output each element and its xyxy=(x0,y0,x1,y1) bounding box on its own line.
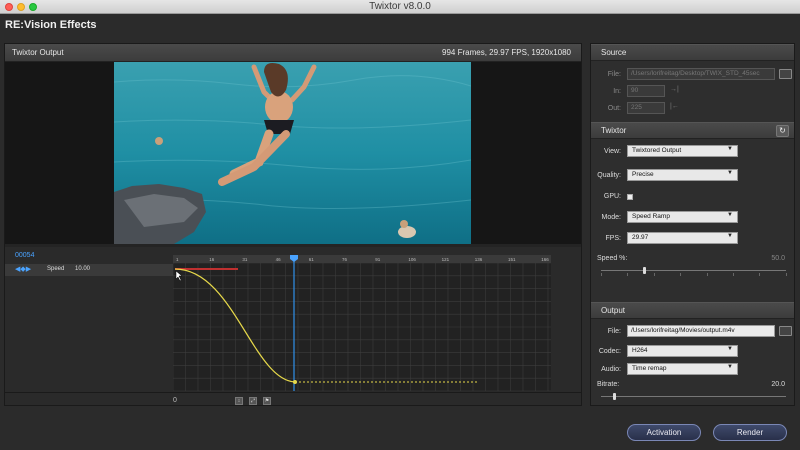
codec-label: Codec: xyxy=(598,348,621,355)
output-header: Output xyxy=(591,302,794,319)
set-in-icon[interactable]: →| xyxy=(670,86,679,93)
source-file-label: File: xyxy=(607,71,621,78)
bitrate-slider-track[interactable] xyxy=(601,396,786,397)
activation-button[interactable]: Activation xyxy=(627,424,701,441)
settings-panel: Source File: /Users/lorifreitag/Desktop/… xyxy=(590,43,795,406)
gpu-checkbox[interactable] xyxy=(627,194,633,200)
window-title: Twixtor v8.0.0 xyxy=(369,1,431,12)
mode-label: Mode: xyxy=(601,214,621,221)
chevron-down-icon: ▼ xyxy=(727,146,733,152)
timecode: 00054 xyxy=(15,252,35,259)
quality-select-value: Precise xyxy=(632,171,654,178)
twixtor-header: Twixtor ↻ xyxy=(591,122,794,139)
video-frame-image xyxy=(114,62,471,244)
ruler-tick-label: 151 xyxy=(508,257,516,262)
output-panel-header: Twixtor Output 994 Frames, 29.97 FPS, 19… xyxy=(5,44,581,62)
timeline-divider xyxy=(5,392,581,393)
keyframe-nav-icon[interactable]: ◀◆▶ xyxy=(15,265,31,273)
in-label: In: xyxy=(613,88,621,95)
view-select[interactable]: Twixtored Output ▼ xyxy=(627,145,738,157)
codec-select[interactable]: H264 ▼ xyxy=(627,345,738,357)
slider-tick xyxy=(759,273,761,276)
ruler-tick-label: 166 xyxy=(541,257,549,262)
ruler-tick-label: 61 xyxy=(309,257,315,262)
track-value[interactable]: 10.00 xyxy=(75,266,90,272)
ruler-tick-label: 31 xyxy=(242,257,248,262)
video-viewer xyxy=(5,62,581,244)
fps-select-value: 29.97 xyxy=(632,234,649,241)
out-label: Out: xyxy=(607,105,621,112)
source-file-field[interactable]: /Users/lorifreitag/Desktop/TWIX_STD_45se… xyxy=(627,68,775,80)
quality-label: Quality: xyxy=(597,172,621,179)
audio-select-value: Time remap xyxy=(632,365,667,372)
reset-icon[interactable]: ↻ xyxy=(776,125,789,137)
brand-label: RE:Vision Effects xyxy=(5,19,97,31)
ruler-tick-label: 121 xyxy=(442,257,450,262)
source-header-label: Source xyxy=(601,48,627,57)
set-out-icon[interactable]: |← xyxy=(670,103,679,110)
chevron-down-icon: ▼ xyxy=(727,212,733,218)
slider-tick xyxy=(601,273,602,276)
fit-view-icon[interactable]: ↕ xyxy=(235,397,243,405)
audio-label: Audio: xyxy=(601,366,621,373)
gpu-label: GPU: xyxy=(603,193,621,200)
zoom-icon[interactable]: ⤢ xyxy=(249,397,257,405)
in-field[interactable]: 90 xyxy=(627,85,665,97)
speed-value[interactable]: 50.0 xyxy=(755,255,785,262)
bitrate-label: Bitrate: xyxy=(597,381,620,388)
output-header-label: Output xyxy=(601,306,626,315)
chevron-down-icon: ▼ xyxy=(727,233,733,239)
output-folder-icon[interactable] xyxy=(779,326,792,336)
view-label: View: xyxy=(604,148,621,155)
slider-tick xyxy=(733,273,734,276)
ruler-tick-label: 76 xyxy=(342,257,348,262)
bitrate-value[interactable]: 20.0 xyxy=(755,381,785,388)
track-row-speed[interactable]: ◀◆▶ Speed 10.00 xyxy=(5,264,173,276)
output-file-label: File: xyxy=(607,328,621,335)
speed-slider-track[interactable] xyxy=(601,270,786,271)
timeline-editor: 00054 ◀◆▶ Speed 10.00 1 16 31 46 61 76 91 106 12… xyxy=(5,247,581,405)
speed-curve-graph[interactable]: 1 16 31 46 61 76 91 106 121 136 151 166 xyxy=(173,255,551,391)
speed-slider-thumb[interactable] xyxy=(643,267,646,274)
quality-select[interactable]: Precise ▼ xyxy=(627,169,738,181)
fps-select[interactable]: 29.97 ▼ xyxy=(627,232,738,244)
slider-tick xyxy=(706,273,708,276)
twixtor-header-label: Twixtor xyxy=(601,126,627,135)
render-button[interactable]: Render xyxy=(713,424,787,441)
speed-label: Speed %: xyxy=(597,255,628,262)
slider-tick xyxy=(627,273,629,276)
out-field[interactable]: 225 xyxy=(627,102,665,114)
ruler-tick-label: 136 xyxy=(475,257,483,262)
source-header: Source xyxy=(591,44,794,61)
flag-icon[interactable]: ⚑ xyxy=(263,397,271,405)
zero-label: 0 xyxy=(173,397,177,404)
slider-tick xyxy=(680,273,682,276)
chevron-down-icon: ▼ xyxy=(727,346,733,352)
codec-select-value: H264 xyxy=(632,347,648,354)
slider-tick xyxy=(653,273,655,276)
track-name: Speed xyxy=(47,266,65,272)
clip-info: 994 Frames, 29.97 FPS, 1920x1080 xyxy=(442,48,571,57)
output-panel-title: Twixtor Output xyxy=(12,48,64,57)
fps-label: FPS: xyxy=(605,235,621,242)
output-panel: Twixtor Output 994 Frames, 29.97 FPS, 19… xyxy=(4,43,582,406)
mode-select[interactable]: Speed Ramp ▼ xyxy=(627,211,738,223)
source-folder-icon[interactable] xyxy=(779,69,792,79)
title-bar: Twixtor v8.0.0 xyxy=(0,0,800,14)
ruler-tick-label: 91 xyxy=(375,257,381,262)
audio-select[interactable]: Time remap ▼ xyxy=(627,363,738,375)
keyframe-point[interactable] xyxy=(293,380,297,384)
chevron-down-icon: ▼ xyxy=(727,364,733,370)
ruler-tick-label: 16 xyxy=(209,257,215,262)
slider-tick xyxy=(785,273,787,276)
mode-select-value: Speed Ramp xyxy=(632,213,670,220)
ruler-tick-label: 106 xyxy=(408,257,416,262)
output-file-field[interactable]: /Users/lorifreitag/Movies/output.m4v xyxy=(627,325,775,337)
view-select-value: Twixtored Output xyxy=(632,147,682,154)
ruler-tick-label: 46 xyxy=(276,257,282,262)
bitrate-slider-thumb[interactable] xyxy=(613,393,616,400)
video-frame xyxy=(114,62,471,244)
chevron-down-icon: ▼ xyxy=(727,170,733,176)
